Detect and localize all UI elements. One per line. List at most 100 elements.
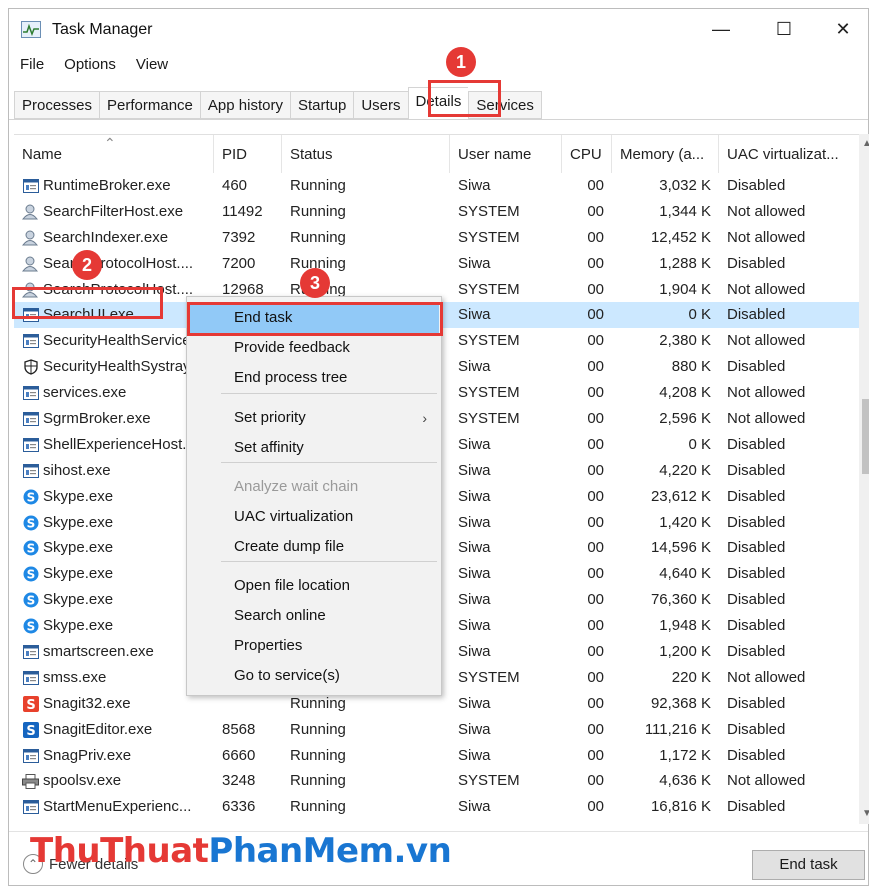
- watermark-logo: ThuThuatPhanMem.vn: [30, 831, 452, 871]
- menu-file[interactable]: File: [9, 55, 53, 77]
- svg-text:S: S: [26, 698, 35, 712]
- user-name-cell: SYSTEM: [458, 202, 520, 220]
- uac-cell: Disabled: [727, 177, 786, 194]
- table-row[interactable]: SearchFilterHost.exe 11492 Running SYSTEM 00…: [14, 199, 859, 225]
- scroll-thumb[interactable]: [862, 399, 869, 474]
- table-row[interactable]: S SnagitEditor.exe 8568 Running Siwa 00 111,21…: [14, 717, 859, 743]
- scroll-down-icon[interactable]: ▼: [859, 806, 869, 822]
- memory-cell: 12,452 K: [650, 228, 711, 246]
- status-cell: Running: [290, 720, 346, 738]
- process-name-cell: smartscreen.exe: [14, 639, 214, 665]
- context-menu-item-uac-virtualization[interactable]: UAC virtualization: [189, 502, 439, 532]
- context-menu-item-provide-feedback[interactable]: Provide feedback: [189, 333, 439, 363]
- scroll-up-icon[interactable]: ▲: [859, 136, 869, 152]
- context-menu-item-go-to-service-s[interactable]: Go to service(s): [189, 661, 439, 691]
- column-header-cpu[interactable]: CPU: [562, 135, 612, 173]
- user-name-cell: Siwa: [458, 306, 491, 324]
- memory-cell: 1,948 K: [659, 617, 711, 635]
- context-menu-item-end-process-tree[interactable]: End process tree: [189, 363, 439, 393]
- uac-cell: Disabled: [727, 746, 786, 764]
- uac-cell: Not allowed: [727, 228, 806, 246]
- uac-cell: Not allowed: [727, 772, 806, 790]
- step-badge-1: 1: [446, 47, 476, 77]
- table-row[interactable]: svchost.exe 4536RunningSYSTEM001,220 KNot…: [14, 820, 859, 824]
- table-row[interactable]: RuntimeBroker.exe 460 Running Siwa 00 3,032 K…: [14, 173, 859, 199]
- context-menu-item-label: UAC virtualization: [234, 508, 354, 525]
- process-name-cell: svchost.exe: [14, 820, 214, 824]
- context-menu-item-properties[interactable]: Properties: [189, 631, 439, 661]
- column-header-uac[interactable]: UAC virtualizat...: [719, 135, 859, 173]
- process-name: SnagPriv.exe: [43, 746, 132, 764]
- memory-cell: 220 K: [671, 668, 711, 686]
- svg-text:S: S: [26, 490, 35, 504]
- memory-cell: 4,220 K: [659, 461, 711, 479]
- svg-text:S: S: [26, 542, 35, 556]
- context-menu-item-label: Create dump file: [234, 538, 345, 555]
- tab-startup[interactable]: Startup: [289, 91, 354, 119]
- process-name-cell: S Skype.exe: [14, 535, 214, 561]
- table-row[interactable]: SearchProtocolHost.... 7200 Running Siwa 00 1…: [14, 251, 859, 277]
- end-task-button[interactable]: End task: [752, 850, 865, 880]
- column-header-memory[interactable]: Memory (a...: [612, 135, 719, 173]
- tab-processes[interactable]: Processes: [14, 91, 100, 119]
- user-name-cell: Siwa: [458, 461, 491, 479]
- highlight-box-end-task: [187, 302, 443, 336]
- pid-cell: 7392: [222, 228, 256, 246]
- context-menu-item-set-priority[interactable]: Set priority ›: [189, 403, 439, 433]
- user-name-cell: Siwa: [458, 435, 491, 453]
- cpu-cell: 00: [587, 177, 604, 194]
- app-icon: [22, 463, 39, 478]
- table-row[interactable]: SnagPriv.exe 6660 Running Siwa 00 1,172 K Disa…: [14, 743, 859, 769]
- memory-cell: 1,420 K: [659, 513, 711, 531]
- cpu-cell: 00: [587, 798, 604, 816]
- highlight-box-details-tab: [428, 80, 501, 117]
- context-menu-item-search-online[interactable]: Search online: [189, 601, 439, 631]
- process-name-cell: S Skype.exe: [14, 613, 214, 639]
- process-name-cell: SgrmBroker.exe: [14, 406, 214, 432]
- memory-cell: 1,344 K: [659, 202, 711, 220]
- context-menu-item-create-dump-file[interactable]: Create dump file: [189, 532, 439, 562]
- process-name-cell: spoolsv.exe: [14, 768, 214, 794]
- process-name-cell: ShellExperienceHost.exe: [14, 432, 214, 458]
- uac-cell: Not allowed: [727, 410, 806, 428]
- minimize-button[interactable]: —: [693, 9, 749, 49]
- cpu-cell: 00: [587, 643, 604, 661]
- process-name-cell: S Skype.exe: [14, 561, 214, 587]
- highlight-box-searchui-row: [12, 287, 163, 319]
- context-menu-item-open-file-location[interactable]: Open file location: [189, 571, 439, 601]
- pid-cell: 6336: [222, 798, 256, 816]
- context-menu-item-label: End process tree: [234, 369, 348, 386]
- memory-cell: 4,636 K: [659, 772, 711, 790]
- table-row[interactable]: SearchIndexer.exe 7392 Running SYSTEM 00 12,4…: [14, 225, 859, 251]
- user-name-cell: Siwa: [458, 565, 491, 583]
- tab-app-history[interactable]: App history: [199, 91, 290, 119]
- table-row[interactable]: spoolsv.exe 3248 Running SYSTEM 00 4,636 K Not…: [14, 768, 859, 794]
- process-name: smss.exe: [43, 668, 107, 686]
- user-name-cell: SYSTEM: [458, 280, 520, 298]
- menu-view[interactable]: View: [125, 55, 177, 77]
- column-header-status[interactable]: Status: [282, 135, 450, 173]
- context-menu-item-set-affinity[interactable]: Set affinity: [189, 433, 439, 463]
- cpu-cell: 00: [587, 306, 604, 324]
- menu-options[interactable]: Options: [53, 55, 125, 77]
- column-header-name[interactable]: ⌃ Name: [14, 135, 214, 173]
- uac-cell: Not allowed: [727, 668, 806, 686]
- uac-cell: Not allowed: [727, 202, 806, 220]
- process-name-cell: S SnagitEditor.exe: [14, 717, 214, 743]
- memory-cell: 0 K: [688, 435, 711, 453]
- tab-users[interactable]: Users: [353, 91, 408, 119]
- memory-cell: 1,904 K: [659, 280, 711, 298]
- column-header-pid[interactable]: PID: [214, 135, 282, 173]
- memory-cell: 111,216 K: [644, 720, 711, 738]
- app-icon: [22, 748, 39, 763]
- memory-cell: 880 K: [671, 358, 711, 376]
- maximize-button[interactable]: ☐: [756, 9, 812, 49]
- uac-cell: Disabled: [727, 513, 786, 531]
- close-button[interactable]: ✕: [815, 9, 869, 49]
- menu-bar: File Options View: [9, 55, 177, 77]
- user-name-cell: Siwa: [458, 539, 491, 557]
- vertical-scrollbar[interactable]: ▲ ▼: [859, 134, 869, 824]
- column-header-user[interactable]: User name: [450, 135, 562, 173]
- table-row[interactable]: StartMenuExperienc... 6336 Running Siwa 00 16…: [14, 794, 859, 820]
- tab-performance[interactable]: Performance: [99, 91, 200, 119]
